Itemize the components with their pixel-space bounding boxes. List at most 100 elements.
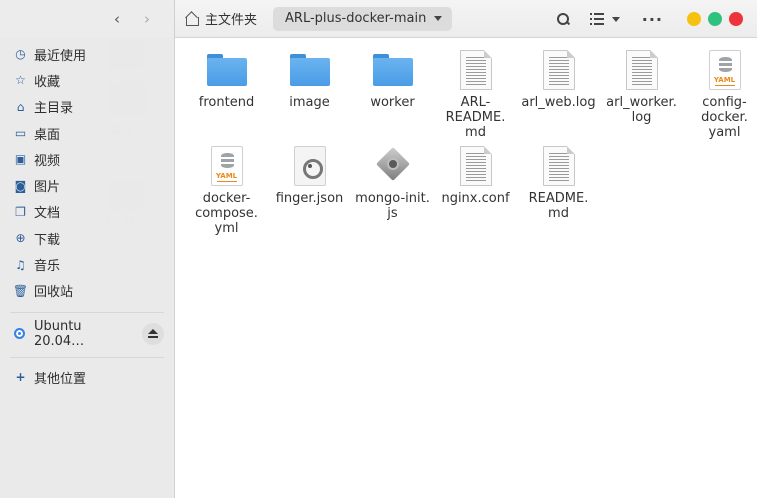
sidebar-item-label: 回收站 <box>34 285 74 301</box>
search-button[interactable] <box>556 7 590 31</box>
script-file-icon <box>373 146 413 186</box>
eject-button[interactable] <box>142 322 164 345</box>
header-tools: ··· <box>556 0 757 38</box>
file-label: arl_web.log <box>521 95 596 110</box>
sidebar-item-label: 最近使用 <box>34 48 87 64</box>
sidebar-item-videos[interactable]: ▣ 视频 <box>0 146 174 172</box>
yaml-file-icon: YAML <box>708 50 741 90</box>
sidebar-item-home[interactable]: ⌂ 主目录 <box>0 94 174 120</box>
sidebar-item-label: 主目录 <box>34 101 74 117</box>
header-bar: ‹ › 主文件夹 ARL-plus-docker-main ··· <box>0 0 757 38</box>
text-document-icon <box>625 50 658 90</box>
home-icon <box>185 12 199 26</box>
file-label: image <box>289 95 330 110</box>
sidebar-device-label: Ubuntu 20.04… <box>33 318 85 349</box>
file-label: README. md <box>528 191 589 221</box>
file-item-config-docker-yaml[interactable]: YAML config-docker. yaml <box>683 46 757 140</box>
folder-icon <box>206 54 247 86</box>
file-label: arl_worker. log <box>606 95 677 125</box>
file-label: mongo-init. js <box>355 191 430 221</box>
view-options-button[interactable] <box>611 7 620 31</box>
folder-icon <box>372 54 413 86</box>
document-icon: ❐ <box>15 204 26 219</box>
json-file-icon <box>293 146 326 186</box>
file-label: finger.json <box>275 191 344 206</box>
plus-icon: + <box>15 370 26 385</box>
breadcrumb-current-folder[interactable]: ARL-plus-docker-main <box>273 6 453 31</box>
sidebar-item-starred[interactable]: ☆ 收藏 <box>0 67 174 93</box>
file-manager-window: ‹ › 主文件夹 ARL-plus-docker-main ··· ◷ 最近使用… <box>0 0 757 498</box>
file-item-mongo-init-js[interactable]: mongo-init. js <box>351 142 434 236</box>
file-item-readme[interactable]: README. md <box>517 142 600 236</box>
music-icon: ♫ <box>15 257 26 272</box>
back-button[interactable]: ‹ <box>108 10 126 28</box>
text-document-icon <box>459 50 492 90</box>
chevron-down-icon <box>434 16 443 21</box>
breadcrumb-home[interactable]: 主文件夹 <box>179 6 263 32</box>
maximize-button[interactable] <box>708 12 722 26</box>
file-item-arl-worker-log[interactable]: arl_worker. log <box>600 46 683 140</box>
forward-button[interactable]: › <box>138 10 156 28</box>
text-document-icon <box>459 146 492 186</box>
chevron-right-icon: › <box>144 9 150 28</box>
chevron-down-icon <box>611 16 620 22</box>
folder-icon <box>289 54 330 86</box>
file-item-arl-web-log[interactable]: arl_web.log <box>517 46 600 140</box>
file-item-worker[interactable]: worker <box>351 46 434 140</box>
view-mode-button[interactable] <box>589 7 612 31</box>
sidebar-item-label: 下载 <box>34 232 61 248</box>
header-sidebar-area: ‹ › <box>0 0 175 38</box>
sidebar-item-label: 视频 <box>34 153 61 169</box>
breadcrumb-current-label: ARL-plus-docker-main <box>285 11 427 26</box>
eject-icon <box>148 328 159 339</box>
minimize-button[interactable] <box>687 12 701 26</box>
text-document-icon <box>542 50 575 90</box>
sidebar-item-label: 音乐 <box>34 259 61 275</box>
sidebar-item-other-locations[interactable]: + 其他位置 <box>0 364 174 390</box>
file-item-docker-compose[interactable]: YAML docker-compose. yml <box>185 142 268 236</box>
file-label: docker-compose. yml <box>195 191 258 236</box>
sidebar-item-label: 收藏 <box>34 74 61 90</box>
sidebar-item-label: 其他位置 <box>34 371 87 387</box>
home-icon: ⌂ <box>16 99 25 114</box>
file-view[interactable]: frontend image worker ARL- README. md arl_… <box>175 38 757 498</box>
breadcrumb-home-label: 主文件夹 <box>205 13 258 28</box>
chevron-left-icon: ‹ <box>114 9 120 28</box>
file-item-nginx-conf[interactable]: nginx.conf <box>434 142 517 236</box>
sidebar-divider <box>10 356 164 358</box>
sidebar-item-label: 桌面 <box>34 127 61 143</box>
yaml-file-icon: YAML <box>210 146 243 186</box>
sidebar: ◷ 最近使用 ☆ 收藏 ⌂ 主目录 ▭ 桌面 ▣ 视频 ◙ 图片 ❐ 文档 ⊕ … <box>0 38 175 498</box>
sidebar-item-documents[interactable]: ❐ 文档 <box>0 199 174 225</box>
video-icon: ▣ <box>14 152 27 167</box>
file-label: nginx.conf <box>441 191 510 206</box>
file-label: ARL- README. md <box>445 95 506 140</box>
sidebar-item-pictures[interactable]: ◙ 图片 <box>0 172 174 198</box>
file-item-arl-readme[interactable]: ARL- README. md <box>434 46 517 140</box>
file-item-finger-json[interactable]: finger.json <box>268 142 351 236</box>
file-label: frontend <box>198 95 255 110</box>
sidebar-item-music[interactable]: ♫ 音乐 <box>0 251 174 277</box>
sidebar-item-device[interactable]: Ubuntu 20.04… <box>0 319 174 349</box>
sidebar-item-label: 文档 <box>34 206 61 222</box>
sidebar-item-desktop[interactable]: ▭ 桌面 <box>0 120 174 146</box>
menu-button[interactable]: ··· <box>642 7 663 31</box>
file-item-image[interactable]: image <box>268 46 351 140</box>
more-dots-icon: ··· <box>641 9 663 29</box>
sidebar-item-label: 图片 <box>34 180 61 196</box>
sidebar-item-recent[interactable]: ◷ 最近使用 <box>0 41 174 67</box>
list-view-icon <box>589 13 604 25</box>
file-grid: frontend image worker ARL- README. md arl_… <box>185 46 757 236</box>
picture-icon: ◙ <box>14 178 27 193</box>
close-button[interactable] <box>729 12 743 26</box>
file-label: config-docker. yaml <box>701 95 748 140</box>
file-item-frontend[interactable]: frontend <box>185 46 268 140</box>
sidebar-item-trash[interactable]: 🗑 回收站 <box>0 278 174 304</box>
sidebar-item-downloads[interactable]: ⊕ 下载 <box>0 225 174 251</box>
search-icon <box>556 12 570 26</box>
desktop-icon: ▭ <box>14 126 27 141</box>
download-icon: ⊕ <box>15 231 26 246</box>
disc-icon <box>14 328 25 340</box>
star-icon: ☆ <box>15 73 26 88</box>
clock-icon: ◷ <box>15 47 26 62</box>
